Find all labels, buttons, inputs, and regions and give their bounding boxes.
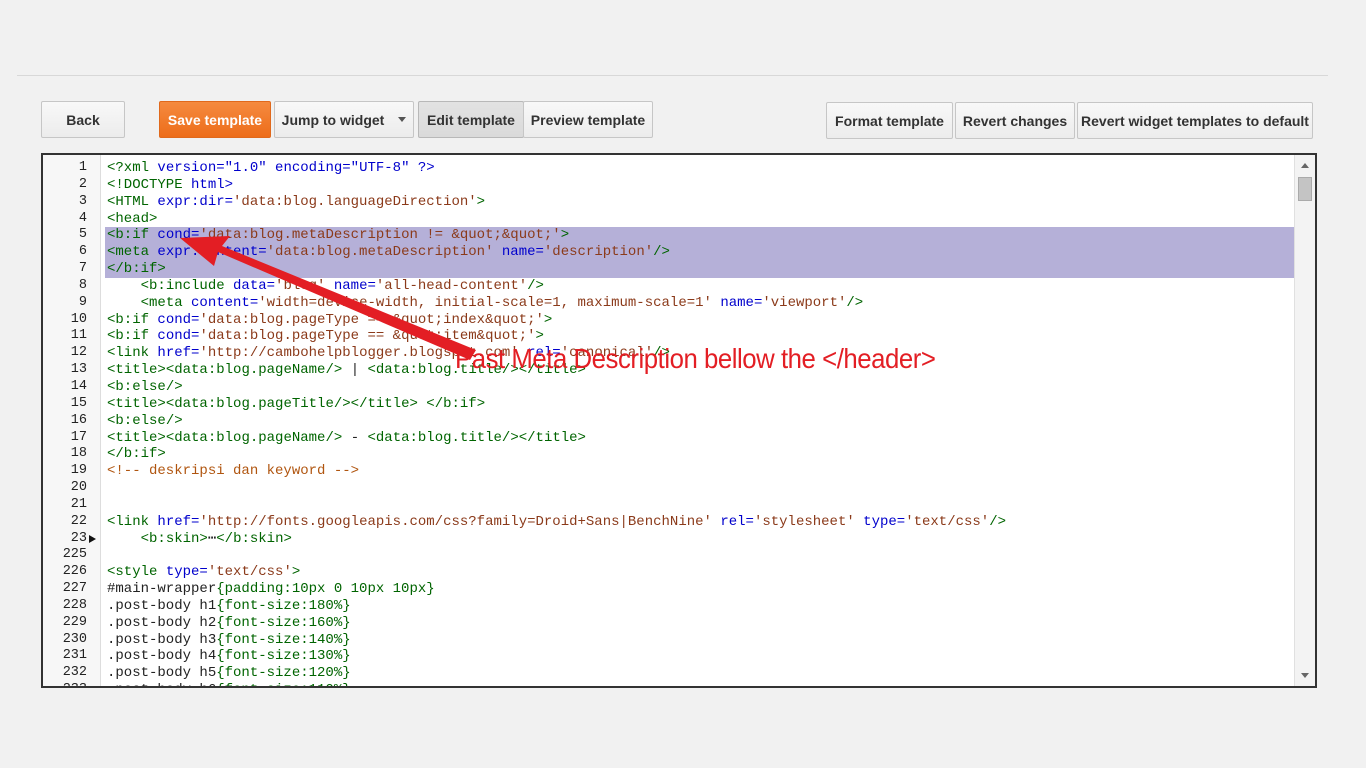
red-arrow-icon	[180, 236, 476, 360]
annotation-text: Past Meta Description bellow the </heade…	[455, 343, 936, 374]
